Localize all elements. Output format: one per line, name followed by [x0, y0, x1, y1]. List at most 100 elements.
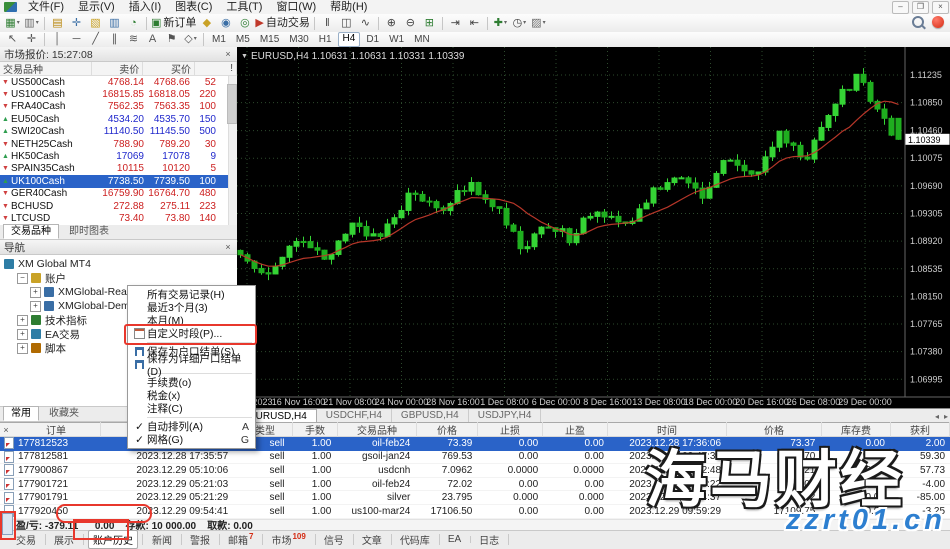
templates-button[interactable]: ▨▾ — [529, 16, 548, 31]
history-column-10[interactable]: 库存费 — [822, 422, 891, 437]
candlestick-chart[interactable]: 1.112351.108501.104601.100751.096901.093… — [237, 47, 950, 408]
history-column-3[interactable]: 手数 — [293, 422, 338, 437]
timeframe-mn[interactable]: MN — [410, 33, 434, 46]
trendline-button[interactable]: ╱ — [86, 32, 105, 47]
market-watch-row[interactable]: ▲UK100Cash7738.507739.50100 — [0, 175, 237, 187]
indicators-button[interactable]: ✚▾ — [491, 16, 510, 31]
history-column-8[interactable]: 时间 — [608, 422, 727, 437]
history-column-11[interactable]: 获利 — [891, 422, 950, 437]
profiles-button[interactable]: ▥▾ — [22, 16, 41, 31]
menu-item-insert[interactable]: 插入(I) — [122, 1, 168, 14]
market-watch-tab[interactable]: 即时图表 — [61, 224, 117, 239]
timeframe-m1[interactable]: M1 — [208, 33, 230, 46]
tree-plus-icon[interactable]: + — [30, 301, 41, 312]
mw-column-2[interactable]: 买价 — [143, 62, 195, 75]
market-watch-row[interactable]: ▼US500Cash4768.144768.6652 — [0, 76, 237, 88]
tree-plus-icon[interactable]: + — [30, 287, 41, 298]
tile-windows-button[interactable]: ⊞ — [420, 16, 439, 31]
context-menu-item[interactable]: 注释(C) — [128, 402, 255, 415]
new-order-button[interactable]: ▣新订单 — [150, 16, 197, 31]
vline-button[interactable]: │ — [48, 32, 67, 47]
history-column-4[interactable]: 交易品种 — [338, 422, 417, 437]
channel-button[interactable]: ∥ — [105, 32, 124, 47]
mw-column-3[interactable]: ! — [195, 62, 237, 75]
market-watch-row[interactable]: ▼US100Cash16815.8516818.05220 — [0, 88, 237, 100]
terminal-tab-交易[interactable]: 交易 — [12, 531, 40, 548]
navigator-tab[interactable]: 常用 — [3, 406, 39, 421]
terminal-tab-邮箱[interactable]: 邮箱7 — [224, 531, 257, 548]
context-menu-item[interactable]: ✓网格(G)G — [128, 433, 255, 446]
tree-plus-icon[interactable]: + — [17, 315, 28, 326]
terminal-tab-警报[interactable]: 警报 — [186, 531, 214, 548]
menu-item-tools[interactable]: 工具(T) — [219, 1, 269, 14]
auto-scroll-toggle[interactable]: ⇥ — [446, 16, 465, 31]
timeframe-h1[interactable]: H1 — [315, 33, 336, 46]
navigator-toggle[interactable]: ▧ — [86, 16, 105, 31]
terminal-tab-文章[interactable]: 文章 — [358, 531, 386, 548]
mw-column-0[interactable]: 交易品种 — [0, 62, 92, 75]
navigator-item[interactable]: XM Global MT4 — [0, 257, 237, 271]
market-watch-row[interactable]: ▼GER40Cash16759.9016764.70480 — [0, 188, 237, 200]
metaeditor-button[interactable]: ◆ — [197, 16, 216, 31]
terminal-tab-信号[interactable]: 信号 — [320, 531, 348, 548]
candlestick-button[interactable]: ◫ — [337, 16, 356, 31]
menu-item-window[interactable]: 窗口(W) — [269, 1, 323, 14]
close-button[interactable]: × — [932, 1, 949, 14]
market-watch-row[interactable]: ▲SWI20Cash11140.5011145.50500 — [0, 126, 237, 138]
fibonacci-button[interactable]: ≋ — [124, 32, 143, 47]
zoom-in-button[interactable]: ⊕ — [382, 16, 401, 31]
market-watch-row[interactable]: ▼SPAIN35Cash10115101205 — [0, 163, 237, 175]
timeframe-m5[interactable]: M5 — [232, 33, 254, 46]
market-watch-row[interactable]: ▲EU50Cash4534.204535.70150 — [0, 113, 237, 125]
menu-item-help[interactable]: 帮助(H) — [323, 1, 374, 14]
timeframe-w1[interactable]: W1 — [385, 33, 408, 46]
restore-button[interactable]: ❐ — [912, 1, 929, 14]
shapes-button[interactable]: ◇▾ — [181, 32, 200, 47]
data-window-toggle[interactable]: ✛ — [67, 16, 86, 31]
timeframe-h4[interactable]: H4 — [338, 32, 361, 47]
history-column-7[interactable]: 止盈 — [543, 422, 608, 437]
context-menu-item[interactable]: 保存为详细户口结单(D) — [128, 358, 255, 371]
search-icon[interactable] — [912, 16, 924, 28]
periods-button[interactable]: ◷▾ — [510, 16, 529, 31]
menu-item-view[interactable]: 显示(V) — [71, 1, 122, 14]
terminal-tab-代码库[interactable]: 代码库 — [396, 531, 434, 548]
market-watch-toggle[interactable]: ▤ — [48, 16, 67, 31]
line-chart-button[interactable]: ∿ — [356, 16, 375, 31]
mw-column-1[interactable]: 卖价 — [92, 62, 144, 75]
terminal-tab-新闻[interactable]: 新闻 — [148, 531, 176, 548]
history-column-6[interactable]: 止损 — [478, 422, 543, 437]
history-column-0[interactable]: 订单 — [12, 422, 101, 437]
history-column-9[interactable]: 价格 — [727, 422, 822, 437]
minimize-button[interactable]: – — [892, 1, 909, 14]
navigator-item[interactable]: −账户 — [0, 271, 237, 285]
terminal-toggle[interactable]: ▥ — [105, 16, 124, 31]
market-watch-row[interactable]: ▲HK50Cash17069170789 — [0, 150, 237, 162]
history-column-5[interactable]: 价格 — [417, 422, 478, 437]
navigator-close-icon[interactable]: × — [223, 242, 233, 252]
hline-button[interactable]: ─ — [67, 32, 86, 47]
bar-chart-button[interactable]: ‖ — [318, 16, 337, 31]
cursor-button[interactable]: ↖ — [3, 32, 22, 47]
terminal-tab-市场[interactable]: 市场109 — [267, 531, 309, 548]
terminal-close-icon[interactable]: × — [0, 425, 12, 435]
market-watch-row[interactable]: ▼NETH25Cash788.90789.2030 — [0, 138, 237, 150]
text-button[interactable]: A — [143, 32, 162, 47]
chart-tab[interactable]: GBPUSD,H4 — [392, 409, 469, 422]
strategy-tester-toggle[interactable]: ◔ — [124, 16, 143, 31]
community-button[interactable]: ◎ — [235, 16, 254, 31]
tree-plus-icon[interactable]: + — [17, 329, 28, 340]
autotrading-button[interactable]: ▶自动交易 — [254, 16, 310, 31]
tree-plus-icon[interactable]: + — [17, 343, 28, 354]
timeframe-d1[interactable]: D1 — [362, 33, 383, 46]
market-watch-tab[interactable]: 交易品种 — [3, 224, 59, 239]
notification-icon[interactable] — [932, 16, 944, 28]
menu-item-charts[interactable]: 图表(C) — [168, 1, 219, 14]
market-watch-row[interactable]: ▼LTCUSD73.4073.80140 — [0, 212, 237, 224]
tree-minus-icon[interactable]: − — [17, 273, 28, 284]
navigator-tab[interactable]: 收藏夹 — [41, 406, 87, 421]
terminal-tab-日志[interactable]: 日志 — [475, 531, 503, 548]
market-watch-scrollbar[interactable] — [228, 76, 237, 225]
scroll-right-icon[interactable]: ▸ — [944, 412, 948, 421]
market-watch-close-icon[interactable]: × — [223, 49, 233, 59]
